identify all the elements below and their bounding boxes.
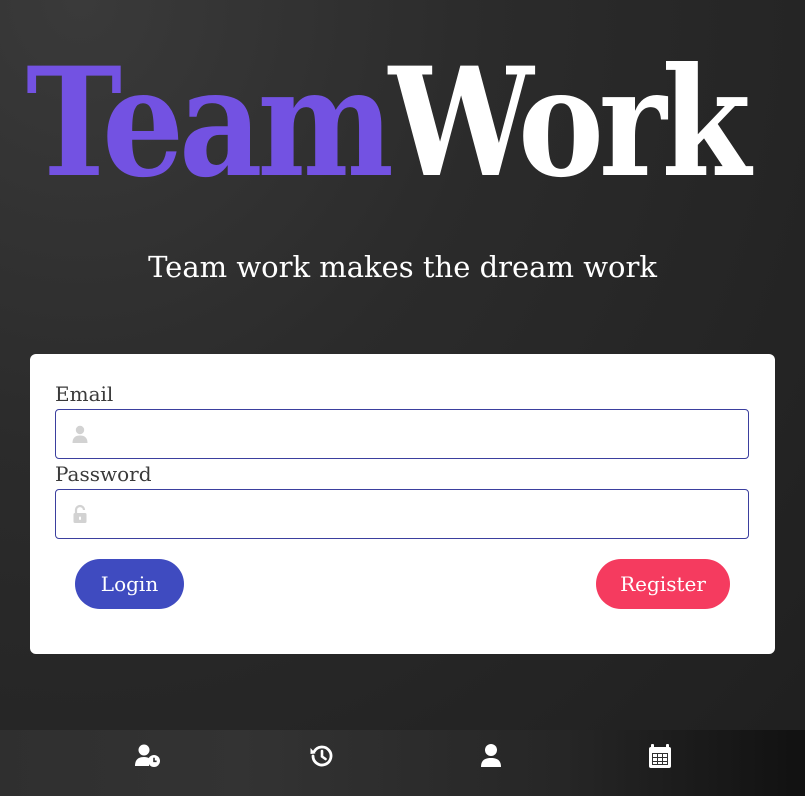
user-clock-icon: [135, 744, 160, 767]
bottom-nav: [0, 730, 805, 796]
nav-profile[interactable]: [477, 742, 505, 770]
password-input[interactable]: [104, 490, 734, 538]
email-field[interactable]: [55, 409, 749, 459]
logo-work-text: Work: [388, 35, 751, 211]
user-icon: [70, 424, 90, 444]
nav-calendar[interactable]: [646, 742, 674, 770]
unlock-icon: [70, 504, 90, 524]
nav-history[interactable]: [308, 742, 336, 770]
app-screen: TeamWork Team work makes the dream work …: [0, 0, 805, 796]
password-label: Password: [55, 462, 152, 486]
email-input[interactable]: [104, 410, 734, 458]
register-button[interactable]: Register: [596, 559, 730, 609]
tagline: Team work makes the dream work: [148, 250, 657, 284]
login-button[interactable]: Login: [75, 559, 184, 609]
logo-team-text: Team: [26, 35, 394, 211]
history-icon: [310, 745, 333, 767]
nav-user-clock[interactable]: [134, 742, 162, 770]
teamwork-logo: TeamWork: [26, 35, 751, 211]
calendar-icon: [649, 744, 671, 768]
user-icon: [481, 744, 501, 767]
email-label: Email: [55, 382, 114, 406]
password-field[interactable]: [55, 489, 749, 539]
login-card: Email Password Login Register: [30, 354, 775, 654]
